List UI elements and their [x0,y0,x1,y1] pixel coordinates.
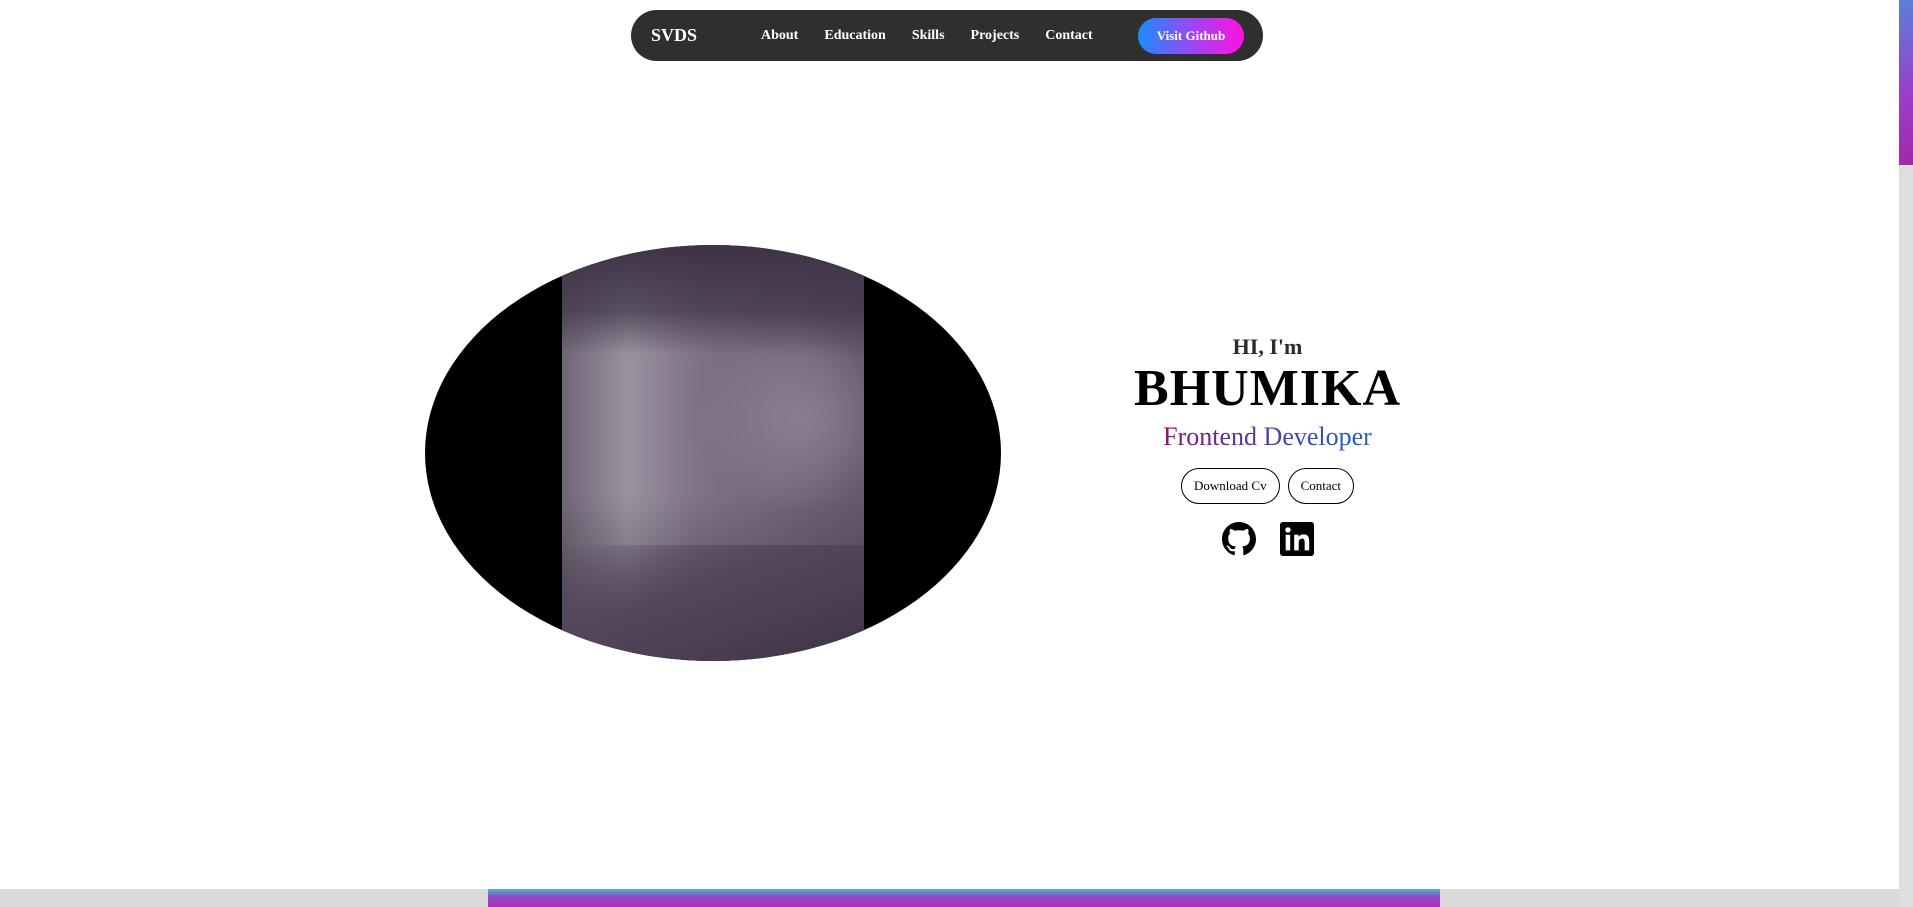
visit-github-button[interactable]: Visit Github [1138,17,1244,54]
nav-link-about[interactable]: About [761,28,798,44]
profile-photo [562,245,864,661]
contact-button[interactable]: Contact [1287,468,1355,505]
profile-photo-frame [425,245,1001,661]
linkedin-icon[interactable] [1279,522,1314,557]
navbar: SVDS About Education Skills Projects Con… [631,10,1263,61]
hero-buttons: Download Cv Contact [1090,468,1445,505]
linkedin-icon-svg [1279,522,1314,557]
download-cv-button[interactable]: Download Cv [1180,468,1280,505]
nav-link-education[interactable]: Education [824,28,885,44]
hero-intro: HI, I'm BHUMIKA Frontend Developer Downl… [1090,334,1445,557]
hero-name: BHUMIKA [1134,360,1401,418]
brand-logo[interactable]: SVDS [651,25,761,46]
page: SVDS About Education Skills Projects Con… [0,0,1913,907]
github-icon-svg [1221,522,1256,556]
nav-link-contact[interactable]: Contact [1045,28,1092,44]
hero-greeting: HI, I'm [1232,334,1303,359]
hero-role: Frontend Developer [1163,422,1372,452]
nav-links: About Education Skills Projects Contact [761,28,1138,44]
bottom-gradient-bar [488,889,1440,907]
photo-shade-top [562,245,864,355]
photo-shade-bottom [562,545,864,661]
github-icon[interactable] [1221,522,1256,556]
scrollbar-thumb[interactable] [1899,0,1913,165]
nav-link-skills[interactable]: Skills [912,28,945,44]
nav-link-projects[interactable]: Projects [971,28,1020,44]
social-links [1090,522,1445,557]
